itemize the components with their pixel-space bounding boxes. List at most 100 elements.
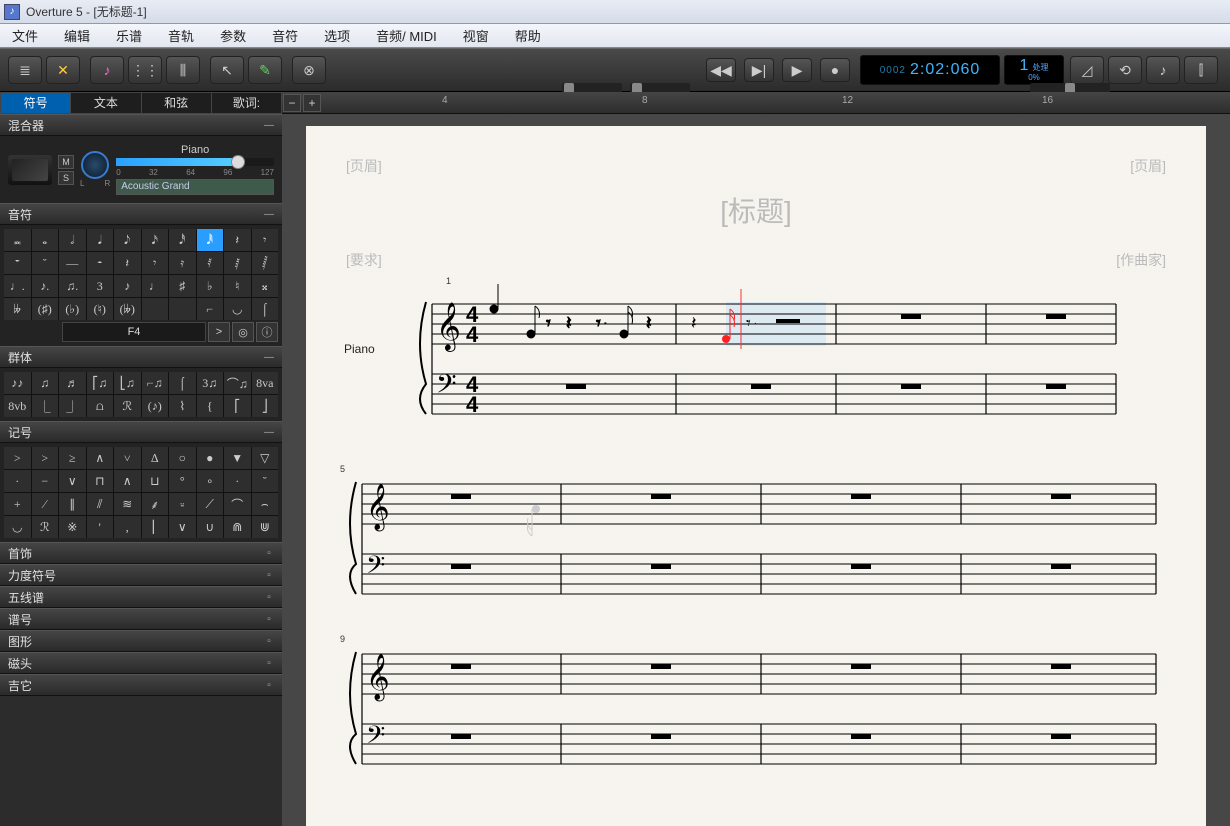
mute-button[interactable]: M <box>58 155 74 169</box>
collapsed-section-header[interactable]: 首饰▫ <box>0 542 282 564</box>
palette-cell[interactable]: ∪ <box>197 516 224 538</box>
paper-scroll[interactable]: [页眉] [页眉] [标题] [要求] [作曲家] Piano 1 <box>282 114 1230 826</box>
palette-cell[interactable]: (♭) <box>59 298 86 320</box>
menu-file[interactable]: 文件 <box>12 26 38 45</box>
palette-cell[interactable]: ● <box>197 447 224 469</box>
note-input[interactable] <box>62 322 206 342</box>
palette-cell[interactable]: (𝄫) <box>114 298 141 320</box>
palette-cell[interactable]: 𝅘𝅥𝅮 <box>114 229 141 251</box>
palette-cell[interactable]: · <box>224 470 251 492</box>
palette-cell[interactable]: ▽ <box>252 447 279 469</box>
palette-cell[interactable]: 𝄻 <box>4 252 31 274</box>
palette-cell[interactable]: 𝅜 <box>4 229 31 251</box>
palette-cell[interactable]: ♪. <box>32 275 59 297</box>
palette-cell[interactable]: ∆ <box>142 447 169 469</box>
collapsed-section-header[interactable]: 图形▫ <box>0 630 282 652</box>
palette-cell[interactable]: ⟋ <box>197 493 224 515</box>
palette-cell[interactable]: ˅ <box>114 447 141 469</box>
palette-cell[interactable]: ♯ <box>169 275 196 297</box>
palette-cell[interactable]: 𝄿 <box>169 252 196 274</box>
palette-cell[interactable]: ⌐ <box>197 298 224 320</box>
palette-cell[interactable]: ◡ <box>224 298 251 320</box>
palette-cell[interactable]: ⌒ <box>224 493 251 515</box>
palette-cell[interactable]: , <box>114 516 141 538</box>
palette-cell[interactable]: ⌇ <box>169 395 196 417</box>
palette-cell[interactable]: ⎣♫ <box>114 372 141 394</box>
palette-cell[interactable]: ♭ <box>197 275 224 297</box>
palette-cell[interactable]: ∧ <box>87 447 114 469</box>
palette-cell[interactable]: ˘ <box>32 252 59 274</box>
palette-cell[interactable] <box>169 298 196 320</box>
preset-selector[interactable]: Acoustic Grand <box>116 179 274 195</box>
palette-cell[interactable]: ♪ <box>114 275 141 297</box>
expand-icon[interactable]: ▫ <box>260 548 278 559</box>
palette-cell[interactable]: ⎡ <box>224 395 251 417</box>
palette-cell[interactable]: 𝄽 <box>224 229 251 251</box>
collapsed-section-header[interactable]: 谱号▫ <box>0 608 282 630</box>
collapse-icon[interactable]: — <box>260 120 278 131</box>
palette-cell[interactable]: ◡ <box>4 516 31 538</box>
palette-cell[interactable]: 𝅝 <box>32 229 59 251</box>
tab-text[interactable]: 文本 <box>70 92 140 114</box>
palette-cell[interactable]: ˃ <box>32 447 59 469</box>
palette-cell[interactable]: 𝅘𝅥𝅱 <box>197 229 224 251</box>
list-tool-button[interactable]: ⋮⋮ <box>128 56 162 84</box>
palette-cell[interactable]: ○ <box>169 447 196 469</box>
play-button[interactable]: ▶ <box>782 58 812 82</box>
palette-cell[interactable]: 𝅘𝅥 <box>87 229 114 251</box>
expand-icon[interactable]: ▫ <box>260 658 278 669</box>
mixer-header[interactable]: 混合器 — <box>0 114 282 136</box>
collapsed-section-header[interactable]: 磁头▫ <box>0 652 282 674</box>
collapsed-section-header[interactable]: 吉它▫ <box>0 674 282 696</box>
record-button[interactable]: ● <box>820 58 850 82</box>
palette-cell[interactable]: ℛ <box>32 516 59 538</box>
palette-cell[interactable]: ∘ <box>197 470 224 492</box>
palette-cell[interactable]: ♮ <box>224 275 251 297</box>
info-toggle[interactable]: ⓘ <box>256 322 278 342</box>
position-display[interactable]: 0002 2:02:060 <box>860 55 1000 85</box>
tab-lyrics[interactable]: 歌词: <box>211 92 282 114</box>
stop-button[interactable]: ▶| <box>744 58 774 82</box>
collapse-icon[interactable]: — <box>260 209 278 220</box>
palette-cell[interactable]: (♮) <box>87 298 114 320</box>
palette-cell[interactable]: · <box>4 470 31 492</box>
palette-cell[interactable]: ⸙ <box>142 493 169 515</box>
palette-cell[interactable]: { <box>197 395 224 417</box>
palette-cell[interactable]: 𝄾 <box>142 252 169 274</box>
palette-cell[interactable]: ♫. <box>59 275 86 297</box>
palette-cell[interactable]: ° <box>169 470 196 492</box>
pencil-tool-button[interactable]: ✎ <box>248 56 282 84</box>
palette-cell[interactable]: — <box>59 252 86 274</box>
palette-cell[interactable]: ⌐♫ <box>142 372 169 394</box>
measure-ruler[interactable]: 48121620 <box>322 92 1230 113</box>
expand-icon[interactable]: ▫ <box>260 592 278 603</box>
accent-toggle[interactable]: > <box>208 322 230 342</box>
loop-button[interactable]: ⟲ <box>1108 56 1142 84</box>
palette-cell[interactable]: ˘ <box>252 470 279 492</box>
palette-cell[interactable]: ⊓ <box>87 470 114 492</box>
palette-cell[interactable]: ⸚ <box>169 493 196 515</box>
collapsed-section-header[interactable]: 五线谱▫ <box>0 586 282 608</box>
palette-cell[interactable]: 3♫ <box>197 372 224 394</box>
palette-cell[interactable]: ♬ <box>59 372 86 394</box>
palette-cell[interactable]: ⎿ <box>32 395 59 417</box>
collapse-icon[interactable]: — <box>260 352 278 363</box>
palette-cell[interactable]: ⌢ <box>252 493 279 515</box>
palette-cell[interactable]: 𝅘𝅥𝅰 <box>169 229 196 251</box>
pointer-tool-button[interactable]: ↖ <box>210 56 244 84</box>
menu-track[interactable]: 音轨 <box>168 26 194 45</box>
composer-field[interactable]: [作曲家] <box>1116 250 1166 270</box>
palette-cell[interactable]: ≥ <box>59 447 86 469</box>
expand-icon[interactable]: ▫ <box>260 636 278 647</box>
rewind-button[interactable]: ◀◀ <box>706 58 736 82</box>
expand-icon[interactable]: ▫ <box>260 680 278 691</box>
view-score-button[interactable]: ≣ <box>8 56 42 84</box>
menu-notes[interactable]: 音符 <box>272 26 298 45</box>
palette-cell[interactable]: ⩍ <box>87 395 114 417</box>
palette-cell[interactable]: ⌒♫ <box>224 372 251 394</box>
palette-cell[interactable]: ♪♪ <box>4 372 31 394</box>
palette-cell[interactable]: ∨ <box>169 516 196 538</box>
palette-cell[interactable]: 𝅀 <box>197 252 224 274</box>
palette-cell[interactable]: ⫽ <box>87 493 114 515</box>
palette-cell[interactable]: ∧ <box>114 470 141 492</box>
